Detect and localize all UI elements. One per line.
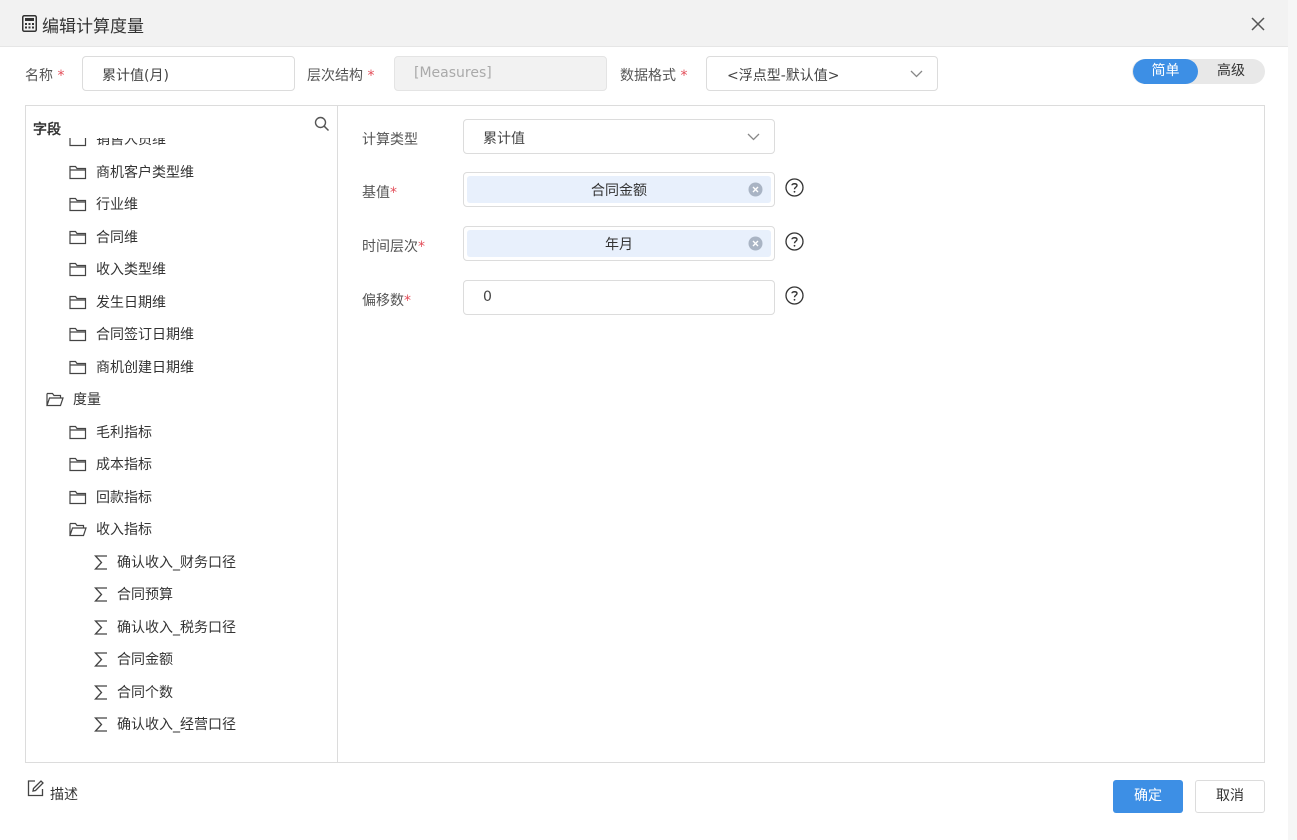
sigma-icon bbox=[94, 717, 107, 732]
mode-simple-button[interactable]: 简单 bbox=[1133, 59, 1198, 84]
hierarchy-value: [Measures] bbox=[414, 65, 492, 81]
mode-advanced-button[interactable]: 高级 bbox=[1198, 59, 1264, 84]
help-icon[interactable] bbox=[785, 232, 804, 251]
name-label: 名称 * bbox=[25, 68, 65, 84]
tree-item-label: 确认收入_经营口径 bbox=[117, 717, 236, 733]
search-icon[interactable] bbox=[314, 116, 330, 132]
tree-item-label: 确认收入_财务口径 bbox=[117, 554, 236, 571]
folder-icon bbox=[69, 490, 87, 504]
field-tree: 销售人员维商机客户类型维 行业维合同维收入类型维发生日期维合同签订日期维 商机创建日… bbox=[26, 138, 337, 762]
chevron-down-icon bbox=[910, 70, 923, 78]
calc-type-value: 累计值 bbox=[483, 131, 525, 147]
format-value: <浮点型-默认值> bbox=[727, 68, 840, 84]
mode-toggle: 简单 高级 bbox=[1132, 59, 1265, 84]
tree-item-label: 毛利指标 bbox=[96, 424, 152, 441]
folder-open-icon bbox=[46, 392, 64, 407]
name-field[interactable]: 累计值(月) bbox=[82, 56, 295, 91]
folder-icon bbox=[69, 425, 87, 439]
time-level-label: 时间层次* bbox=[362, 239, 425, 255]
folder-icon bbox=[69, 360, 87, 374]
chevron-down-icon bbox=[747, 133, 760, 141]
folder-icon bbox=[69, 138, 87, 147]
folder-icon bbox=[69, 262, 87, 277]
folder-icon bbox=[69, 165, 87, 179]
tree-item-label: 行业维 bbox=[96, 197, 138, 213]
clear-icon[interactable] bbox=[748, 182, 763, 197]
field-panel-heading: 字段 bbox=[33, 122, 61, 138]
description-label: 描述 bbox=[50, 787, 78, 803]
sigma-icon bbox=[94, 619, 107, 635]
calc-type-label: 计算类型 bbox=[362, 132, 418, 148]
tree-item-label: 合同维 bbox=[96, 229, 138, 246]
main-panel: 字段 销售人员维商机客户类型维 行业维合同维收入类型维发生日期维合同签订日期维 商机… bbox=[25, 105, 1265, 763]
name-value: 累计值(月) bbox=[102, 68, 169, 84]
base-field[interactable]: 合同金额 bbox=[463, 172, 775, 207]
folder-icon bbox=[69, 457, 87, 472]
tree-item-label: 收入类型维 bbox=[96, 262, 166, 278]
tree-item-label: 商机客户类型维 bbox=[96, 164, 194, 181]
close-icon[interactable] bbox=[1249, 15, 1267, 33]
sigma-icon bbox=[94, 652, 107, 667]
tree-item-label: 度量 bbox=[73, 392, 101, 408]
calc-type-select[interactable]: 累计值 bbox=[463, 119, 775, 154]
tree-item-label: 合同个数 bbox=[117, 684, 173, 701]
sigma-icon bbox=[94, 684, 107, 700]
offset-field[interactable]: 0 bbox=[463, 280, 775, 315]
tree-item-label: 成本指标 bbox=[96, 457, 152, 473]
time-level-tag: 年月 bbox=[467, 230, 771, 257]
dialog-title: 编辑计算度量 bbox=[42, 17, 144, 37]
sigma-icon bbox=[94, 587, 107, 602]
offset-label: 偏移数* bbox=[362, 293, 411, 309]
tree-item-label: 合同预算 bbox=[117, 587, 173, 603]
scrollbar[interactable] bbox=[1288, 0, 1297, 840]
tree-item-label: 收入指标 bbox=[96, 522, 152, 538]
format-label: 数据格式 * bbox=[620, 68, 688, 84]
tree-item-label: 确认收入_税务口径 bbox=[117, 619, 236, 636]
tree-item-label: 销售人员维 bbox=[96, 138, 166, 148]
dialog-titlebar: 编辑计算度量 bbox=[0, 0, 1297, 47]
tree-item-label: 合同签订日期维 bbox=[96, 327, 194, 343]
time-level-tag-label: 年月 bbox=[605, 237, 633, 253]
base-label: 基值* bbox=[362, 185, 397, 201]
hierarchy-label: 层次结构 * bbox=[307, 68, 375, 84]
tree-item-label: 回款指标 bbox=[96, 489, 152, 506]
folder-icon bbox=[69, 197, 87, 212]
format-select[interactable]: <浮点型-默认值> bbox=[706, 56, 938, 91]
base-tag-label: 合同金额 bbox=[591, 183, 647, 199]
tree-item-label: 合同金额 bbox=[117, 652, 173, 668]
edit-icon bbox=[27, 780, 44, 797]
help-icon[interactable] bbox=[785, 178, 804, 197]
time-level-field[interactable]: 年月 bbox=[463, 226, 775, 261]
tree-item-label: 发生日期维 bbox=[96, 294, 166, 311]
tree-item-label: 商机创建日期维 bbox=[96, 359, 194, 376]
folder-icon bbox=[69, 327, 87, 342]
folder-open-icon bbox=[69, 522, 87, 537]
help-icon[interactable] bbox=[785, 286, 804, 305]
clear-icon[interactable] bbox=[748, 236, 763, 251]
offset-value: 0 bbox=[483, 289, 492, 305]
base-tag: 合同金额 bbox=[467, 176, 771, 203]
calculator-icon bbox=[22, 15, 37, 32]
hierarchy-field: [Measures] bbox=[394, 56, 607, 91]
folder-icon bbox=[69, 295, 87, 309]
field-panel: 字段 销售人员维商机客户类型维 行业维合同维收入类型维发生日期维合同签订日期维 商机… bbox=[26, 106, 338, 762]
cancel-button[interactable]: 取消 bbox=[1195, 780, 1265, 813]
sigma-icon bbox=[94, 554, 107, 570]
folder-icon bbox=[69, 230, 87, 244]
ok-button[interactable]: 确定 bbox=[1113, 780, 1183, 813]
